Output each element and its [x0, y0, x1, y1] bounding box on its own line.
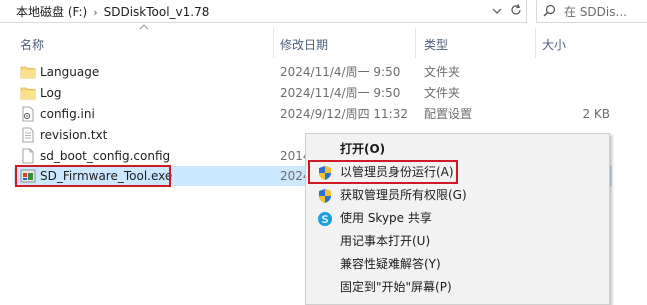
menu-item-label: 用记事本打开(U) [340, 234, 431, 248]
column-header-size[interactable]: 大小 [542, 36, 566, 53]
file-date: 2024/11/4/周一 9:50 [280, 65, 401, 79]
file-size [544, 62, 610, 82]
file-name[interactable]: revision.txt [40, 125, 107, 145]
menu-item-label: 获取管理员所有权限(G) [340, 188, 467, 202]
column-divider[interactable] [535, 28, 536, 58]
menu-item-skype-share[interactable]: 使用 Skype 共享 [306, 207, 609, 229]
menu-item-label: 兼容性疑难解答(Y) [340, 257, 441, 271]
file-name[interactable]: Language [40, 62, 99, 82]
column-divider[interactable] [273, 28, 274, 58]
column-header-type[interactable]: 类型 [424, 36, 448, 53]
menu-item-take-ownership[interactable]: 获取管理员所有权限(G) [306, 184, 609, 206]
breadcrumb-folder[interactable]: SDDiskTool_v1.78 [104, 5, 210, 19]
column-header-name[interactable]: 名称 [20, 36, 44, 53]
folder-icon [20, 66, 36, 79]
file-size [544, 83, 610, 103]
file-row[interactable]: config.ini 2024/9/12/周四 11:32 配置设置 2 KB [14, 104, 612, 124]
folder-icon [20, 87, 36, 100]
breadcrumb[interactable]: 本地磁盘 (F:) › SDDiskTool_v1.78 [16, 3, 209, 20]
settings-file-icon [22, 106, 34, 122]
menu-item-open[interactable]: 打开(O) [306, 138, 609, 160]
menu-item-open-with-notepad[interactable]: 用记事本打开(U) [306, 230, 609, 252]
file-row[interactable]: Language 2024/11/4/周一 9:50 文件夹 [14, 62, 612, 82]
breadcrumb-separator: › [93, 6, 98, 19]
file-name[interactable]: sd_boot_config.config [40, 146, 170, 166]
menu-item-label: 打开(O) [340, 142, 386, 156]
uac-shield-icon [319, 189, 331, 203]
text-file-icon [22, 127, 34, 143]
menu-item-label: 使用 Skype 共享 [340, 211, 432, 225]
search-input[interactable]: 在 SDDis... [564, 3, 627, 20]
skype-icon [318, 212, 332, 226]
column-divider[interactable] [415, 28, 416, 58]
file-date: 2024/11/4/周一 9:50 [280, 86, 401, 100]
chevron-down-icon[interactable] [491, 5, 503, 17]
search-icon [543, 4, 556, 17]
sort-ascending-icon [139, 24, 149, 30]
file-size: 2 KB [582, 107, 610, 121]
run-as-admin-highlight-box [308, 160, 458, 184]
context-menu: 打开(O) 以管理员身份运行(A) 获取管理员所有权限(G) 使用 Skype … [305, 133, 610, 305]
menu-item-troubleshoot-compatibility[interactable]: 兼容性疑难解答(Y) [306, 253, 609, 275]
file-row[interactable]: Log 2024/11/4/周一 9:50 文件夹 [14, 83, 612, 103]
file-type: 配置设置 [424, 107, 473, 121]
blank-file-icon [22, 148, 34, 164]
file-type: 文件夹 [424, 86, 461, 100]
file-name[interactable]: config.ini [40, 104, 95, 124]
exe-highlight-box [15, 165, 171, 187]
file-type: 文件夹 [424, 65, 461, 79]
file-date: 2024/9/12/周四 11:32 [280, 107, 408, 121]
file-name[interactable]: Log [40, 83, 61, 103]
refresh-icon[interactable] [509, 3, 523, 17]
column-header-date[interactable]: 修改日期 [280, 36, 328, 53]
breadcrumb-drive[interactable]: 本地磁盘 (F:) [16, 5, 87, 19]
